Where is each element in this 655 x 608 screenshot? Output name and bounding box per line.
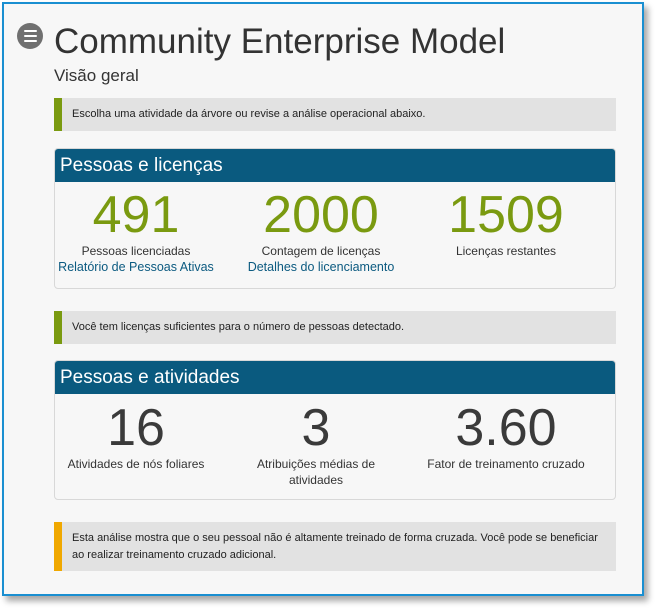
cross-training-label: Fator de treinamento cruzado [427, 457, 585, 471]
remaining-licenses-metric: 1509 Licenças restantes [411, 187, 601, 259]
hamburger-menu-icon[interactable] [17, 23, 43, 49]
activities-panel: Pessoas e atividades 16 Atividades de nó… [54, 360, 616, 500]
licenses-ok-notice: Você tem licenças suficientes para o núm… [54, 311, 616, 344]
licensed-people-value: 491 [92, 186, 180, 244]
license-count-value: 2000 [263, 186, 379, 244]
licenses-panel-title: Pessoas e licenças [55, 149, 615, 182]
license-count-label: Contagem de licenças [261, 244, 381, 258]
page-title: Community Enterprise Model [54, 22, 506, 61]
avg-assignments-metric: 3 Atribuições médias de atividades [231, 400, 401, 488]
cross-training-metric: 3.60 Fator de treinamento cruzado [411, 400, 601, 472]
intro-notice-text: Escolha uma atividade da árvore ou revis… [72, 108, 426, 121]
leaf-activities-label: Atividades de nós foliares [67, 457, 205, 471]
licensed-people-metric: 491 Pessoas licenciadas Relatório de Pes… [41, 187, 231, 275]
cross-training-notice: Esta análise mostra que o seu pessoal nã… [54, 522, 616, 571]
remaining-licenses-label: Licenças restantes [455, 244, 557, 258]
licensed-people-label: Pessoas licenciadas [81, 244, 191, 258]
activities-panel-title: Pessoas e atividades [55, 361, 615, 394]
avg-assignments-label: Atribuições médias de atividades [256, 457, 376, 487]
licenses-panel: Pessoas e licenças 491 Pessoas licenciad… [54, 148, 616, 289]
avg-assignments-value: 3 [301, 399, 331, 457]
cross-training-value: 3.60 [455, 399, 557, 457]
licenses-ok-notice-text: Você tem licenças suficientes para o núm… [72, 321, 405, 334]
active-people-report-link[interactable]: Relatório de Pessoas Ativas [41, 259, 231, 275]
page-subtitle: Visão geral [54, 66, 139, 85]
app-window: Community Enterprise Model Visão geral E… [2, 2, 644, 596]
leaf-activities-value: 16 [107, 399, 165, 457]
intro-notice: Escolha uma atividade da árvore ou revis… [54, 98, 616, 131]
remaining-licenses-value: 1509 [448, 186, 564, 244]
licensing-details-link[interactable]: Detalhes do licenciamento [226, 259, 416, 275]
leaf-activities-metric: 16 Atividades de nós foliares [41, 400, 231, 472]
cross-training-notice-text: Esta análise mostra que o seu pessoal nã… [72, 532, 598, 561]
license-count-metric: 2000 Contagem de licenças Detalhes do li… [226, 187, 416, 275]
